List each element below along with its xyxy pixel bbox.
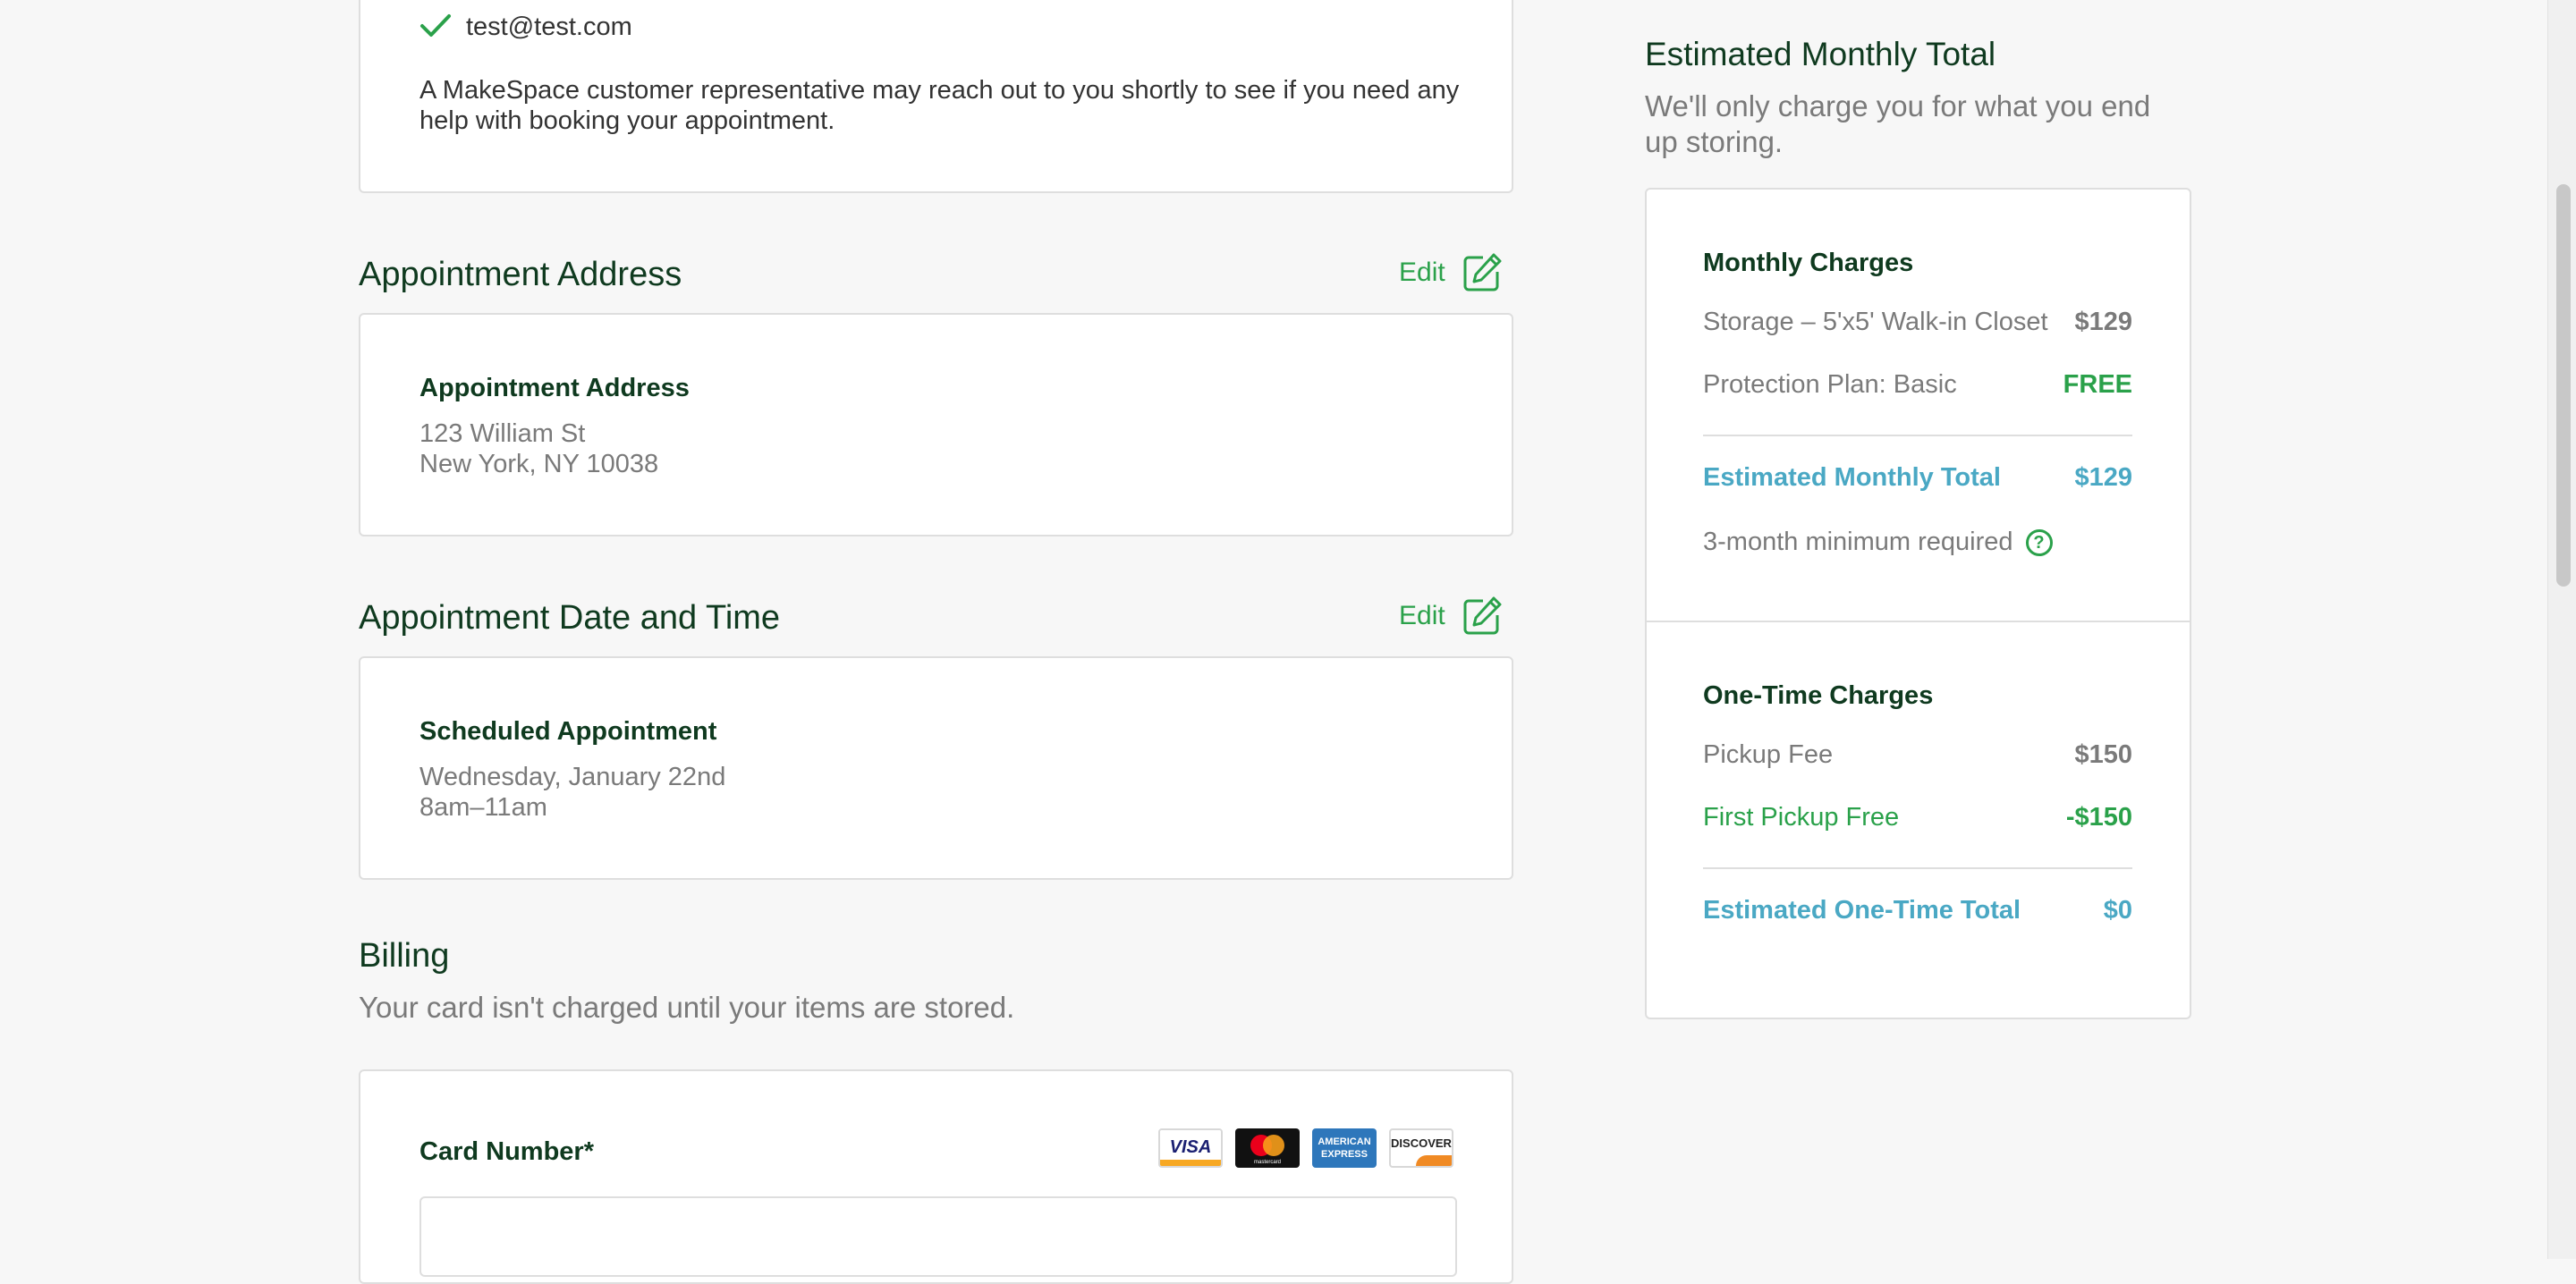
contact-card: test@test.com A MakeSpace customer repre… bbox=[359, 0, 1513, 193]
american-express-icon: AMERICAN EXPRESS bbox=[1312, 1128, 1377, 1168]
contact-note: A MakeSpace customer representative may … bbox=[419, 76, 1460, 135]
pickup-value: $150 bbox=[2074, 740, 2132, 769]
minimum-note-text: 3-month minimum required bbox=[1703, 528, 2013, 556]
storage-label: Storage – 5'x5' Walk-in Closet bbox=[1703, 308, 2048, 336]
summary-subtitle-line1: We'll only charge you for what you end bbox=[1645, 89, 2151, 122]
contact-email: test@test.com bbox=[466, 13, 632, 41]
promo-value: -$150 bbox=[2065, 803, 2132, 832]
pencil-square-icon bbox=[1463, 596, 1502, 635]
promo-row: First Pickup Free -$150 bbox=[1703, 803, 2132, 832]
storage-row: Storage – 5'x5' Walk-in Closet $129 bbox=[1703, 308, 2132, 337]
card-number-input[interactable] bbox=[419, 1196, 1457, 1277]
appointment-datetime-heading: Appointment Date and Time bbox=[359, 599, 781, 637]
mastercard-icon: mastercard bbox=[1235, 1128, 1300, 1168]
summary-section-divider bbox=[1647, 621, 2190, 622]
onetime-total-row: Estimated One-Time Total $0 bbox=[1703, 896, 2132, 925]
onetime-divider bbox=[1703, 867, 2132, 869]
onetime-total-value: $0 bbox=[2103, 896, 2132, 925]
onetime-charges-heading: One-Time Charges bbox=[1703, 681, 1934, 710]
discover-icon: DISCOVER bbox=[1389, 1128, 1453, 1168]
appointment-datetime-card: Scheduled Appointment Wednesday, January… bbox=[359, 656, 1513, 880]
pickup-label: Pickup Fee bbox=[1703, 740, 1834, 769]
storage-value: $129 bbox=[2074, 308, 2132, 336]
onetime-total-label: Estimated One-Time Total bbox=[1703, 896, 2021, 925]
protection-value: FREE bbox=[2063, 370, 2132, 399]
minimum-note: 3-month minimum required? bbox=[1703, 528, 2053, 557]
monthly-total-value: $129 bbox=[2074, 463, 2132, 492]
edit-datetime-button[interactable]: Edit bbox=[1399, 596, 1503, 637]
address-line1: 123 William St bbox=[419, 419, 586, 448]
billing-subheading: Your card isn't charged until your items… bbox=[359, 991, 1015, 1024]
appointment-address-heading: Appointment Address bbox=[359, 256, 682, 293]
monthly-charges-heading: Monthly Charges bbox=[1703, 249, 1914, 277]
pickup-row: Pickup Fee $150 bbox=[1703, 740, 2132, 770]
monthly-total-label: Estimated Monthly Total bbox=[1703, 463, 2001, 492]
summary-title: Estimated Monthly Total bbox=[1645, 36, 1996, 72]
scheduled-appointment-title: Scheduled Appointment bbox=[419, 717, 717, 746]
svg-text:mastercard: mastercard bbox=[1254, 1160, 1281, 1165]
monthly-divider bbox=[1703, 435, 2132, 436]
protection-label: Protection Plan: Basic bbox=[1703, 370, 1957, 399]
pencil-square-icon bbox=[1463, 253, 1502, 291]
monthly-total-row: Estimated Monthly Total $129 bbox=[1703, 463, 2132, 493]
address-line2: New York, NY 10038 bbox=[419, 450, 659, 478]
appointment-address-card: Appointment Address 123 William St New Y… bbox=[359, 313, 1513, 536]
billing-heading: Billing bbox=[359, 937, 450, 975]
appointment-time: 8am–11am bbox=[419, 793, 547, 822]
appointment-date: Wednesday, January 22nd bbox=[419, 763, 726, 791]
scrollbar-thumb[interactable] bbox=[2556, 184, 2571, 587]
edit-address-button[interactable]: Edit bbox=[1399, 252, 1503, 293]
visa-icon: VISA bbox=[1158, 1128, 1223, 1168]
summary-subtitle-line2: up storing. bbox=[1645, 125, 1784, 158]
edit-datetime-label: Edit bbox=[1399, 601, 1445, 630]
appointment-address-card-title: Appointment Address bbox=[419, 374, 690, 402]
card-number-label: Card Number* bbox=[419, 1137, 594, 1166]
edit-address-label: Edit bbox=[1399, 258, 1445, 287]
billing-card: Card Number* bbox=[359, 1069, 1513, 1284]
question-circle-icon[interactable]: ? bbox=[2025, 529, 2053, 557]
promo-label: First Pickup Free bbox=[1703, 803, 1900, 832]
checkmark-icon bbox=[420, 14, 451, 37]
protection-row: Protection Plan: Basic FREE bbox=[1703, 370, 2132, 400]
